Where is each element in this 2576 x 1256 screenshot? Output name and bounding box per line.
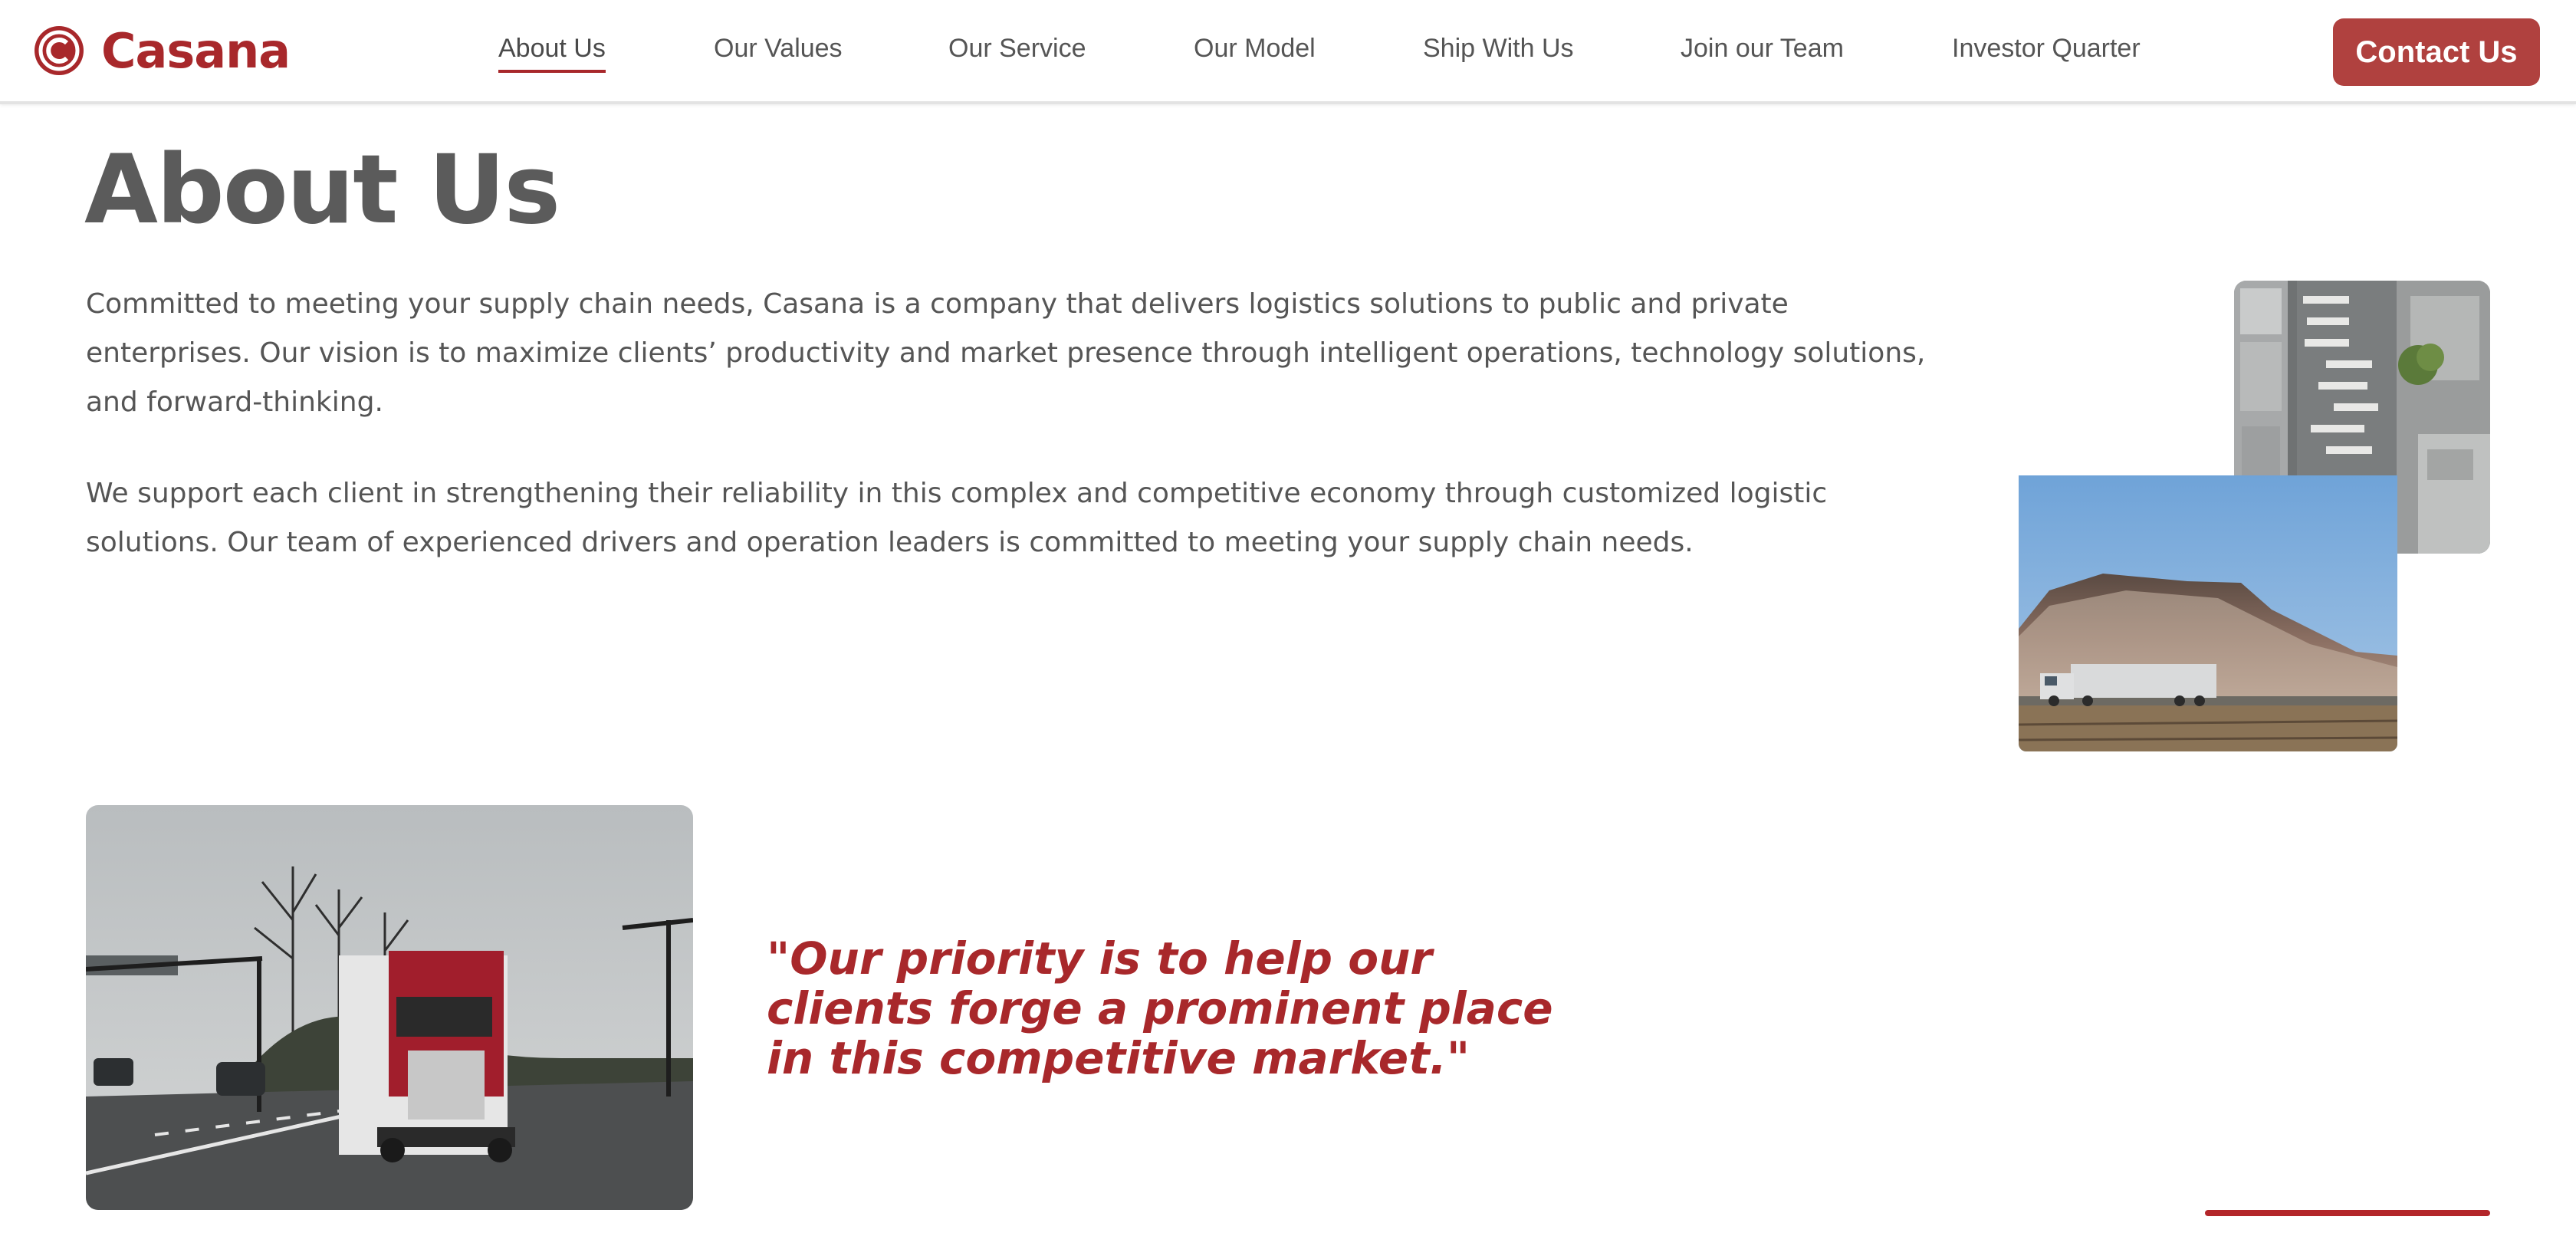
about-paragraph-2: We support each client in strengthening …	[86, 478, 1828, 558]
semi-truck-desert-mesa-photo	[2019, 475, 2397, 751]
accent-divider	[2205, 1210, 2490, 1216]
contact-us-button[interactable]: Contact Us	[2333, 18, 2540, 86]
nav-our-service[interactable]: Our Service	[948, 34, 1086, 64]
brand-logo[interactable]: Casana	[32, 22, 291, 79]
casana-logo-icon	[34, 26, 84, 75]
nav-ship-with-us[interactable]: Ship With Us	[1423, 34, 1574, 64]
nav-join-our-team[interactable]: Join our Team	[1681, 34, 1844, 64]
nav-our-values[interactable]: Our Values	[714, 34, 843, 64]
brand-name: Casana	[101, 22, 291, 79]
active-nav-underline	[498, 70, 606, 73]
red-semi-truck-highway-photo	[86, 805, 693, 1210]
nav-our-model[interactable]: Our Model	[1194, 34, 1316, 64]
about-paragraph-1: Committed to meeting your supply chain n…	[86, 288, 1926, 418]
nav-about-us[interactable]: About Us	[498, 34, 606, 73]
site-header: Casana About Us Our Values Our Service O…	[0, 0, 2576, 104]
nav-about-us-label: About Us	[498, 34, 606, 63]
page-title: About Us	[84, 135, 560, 245]
highlight-quote: "Our priority is to help our clients for…	[767, 932, 1553, 1084]
nav-investor-quarter[interactable]: Investor Quarter	[1952, 34, 2141, 64]
